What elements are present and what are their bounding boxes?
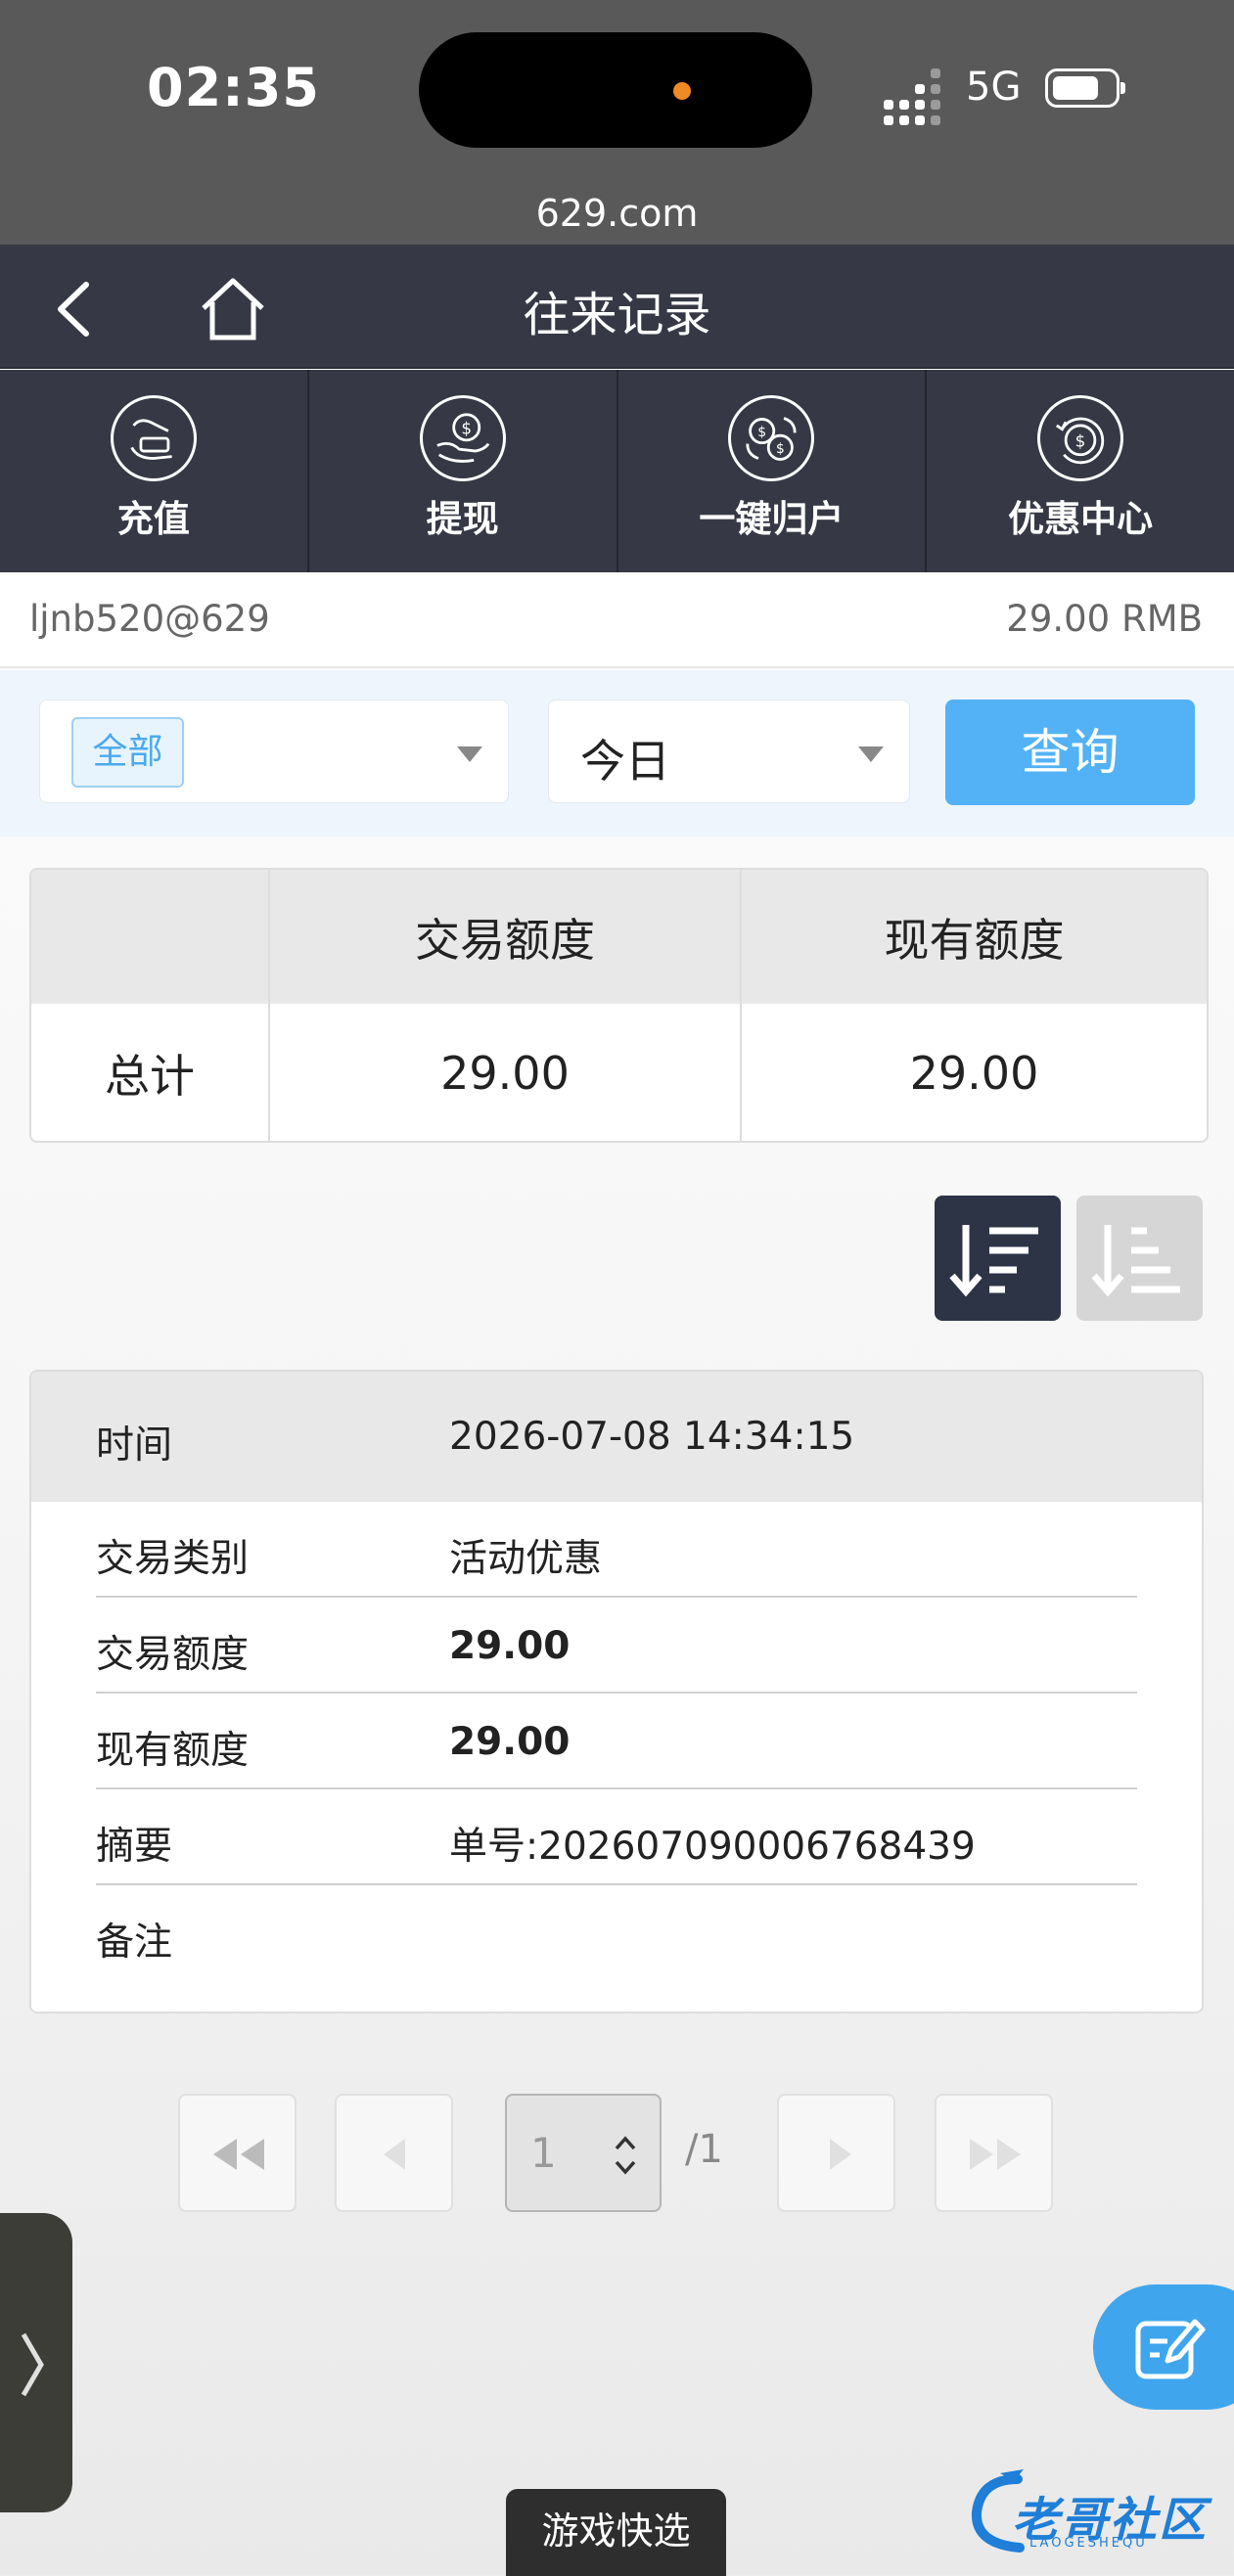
- svg-text:$: $: [1075, 430, 1086, 450]
- first-page-button[interactable]: [178, 2094, 297, 2212]
- chevron-right-icon: [830, 2139, 851, 2170]
- page-number-select[interactable]: 1: [505, 2094, 662, 2212]
- watermark-logo: 老哥社区 LAOGESHEQU: [961, 2465, 1215, 2563]
- prev-page-button[interactable]: [335, 2094, 453, 2212]
- dynamic-island: [419, 32, 812, 148]
- svg-text:$: $: [461, 418, 472, 437]
- chevron-down-icon: [457, 746, 482, 762]
- nav-withdraw-label: 提现: [426, 498, 499, 540]
- watermark-subtext: LAOGESHEQU: [1029, 2536, 1148, 2551]
- battery-icon: [1045, 68, 1125, 108]
- chevron-right-icon: [21, 2332, 44, 2397]
- withdraw-icon: $: [419, 395, 506, 481]
- totals-header-empty: [31, 870, 270, 1004]
- transfer-icon: $ $: [728, 395, 815, 481]
- record-row: 交易额度 29.00: [96, 1598, 1137, 1694]
- account-username: ljnb520@629: [29, 598, 270, 640]
- page-title: 往来记录: [523, 288, 711, 342]
- svg-text:$: $: [776, 441, 785, 457]
- signal-icon: [884, 68, 940, 125]
- date-select-value: 今日: [580, 735, 670, 788]
- record-label: 备注: [96, 1921, 173, 1965]
- record-label: 交易类别: [96, 1537, 250, 1581]
- double-chevron-right-icon: [970, 2139, 1021, 2170]
- record-value: 29.00: [449, 1624, 571, 1668]
- record-label: 现有额度: [96, 1729, 250, 1773]
- transaction-record: 时间 2026-07-08 14:34:15 交易类别 活动优惠 交易额度 29…: [29, 1370, 1204, 2013]
- record-value: 29.00: [449, 1720, 571, 1764]
- double-chevron-left-icon: [213, 2139, 264, 2170]
- page-number-value: 1: [530, 2129, 557, 2177]
- status-time: 02:35: [147, 57, 320, 118]
- promo-icon: $: [1037, 395, 1124, 481]
- edit-fab-button[interactable]: [1093, 2284, 1234, 2410]
- nav-withdraw[interactable]: $ 提现: [309, 370, 618, 572]
- sort-asc-button[interactable]: [1076, 1196, 1203, 1321]
- chevron-left-icon: [384, 2139, 405, 2170]
- totals-row-label: 总计: [31, 1004, 270, 1141]
- record-row: 摘要 单号:202607090006768439: [96, 1789, 1137, 1885]
- next-page-button[interactable]: [777, 2094, 895, 2212]
- record-row: 交易类别 活动优惠: [96, 1502, 1137, 1598]
- account-balance: 29.00 RMB: [1006, 598, 1203, 640]
- sort-desc-button[interactable]: [935, 1196, 1061, 1321]
- deposit-icon: [110, 395, 197, 481]
- totals-table: 交易额度 现有额度 总计 29.00 29.00: [29, 868, 1209, 1143]
- type-select[interactable]: 全部: [39, 700, 509, 803]
- nav-transfer-label: 一键归户: [699, 498, 845, 540]
- totals-trade-amount: 29.00: [270, 1004, 742, 1141]
- record-time-row: 时间 2026-07-08 14:34:15: [31, 1372, 1202, 1502]
- totals-header-current: 现有额度: [884, 913, 1065, 967]
- totals-header-trade: 交易额度: [270, 870, 742, 1004]
- sort-ascending-icon: [1091, 1225, 1180, 1297]
- nav-promo-label: 优惠中心: [1008, 498, 1154, 540]
- nav-deposit-label: 充值: [116, 498, 190, 540]
- date-select[interactable]: 今日: [548, 700, 910, 803]
- nav-transfer[interactable]: $ $ 一键归户: [618, 370, 928, 572]
- sort-descending-icon: [949, 1225, 1038, 1297]
- record-time-value: 2026-07-08 14:34:15: [449, 1415, 855, 1459]
- chevron-down-icon: [858, 746, 884, 762]
- stepper-icon: [615, 2136, 636, 2175]
- record-value: 单号:202607090006768439: [449, 1825, 976, 1869]
- quick-nav: 充值 $ 提现 $ $ 一键归户 $ 优惠中心: [0, 370, 1234, 572]
- address-bar-url[interactable]: 629.com: [0, 192, 1234, 235]
- svg-text:$: $: [758, 425, 767, 440]
- record-label: 摘要: [96, 1825, 173, 1869]
- record-label: 交易额度: [96, 1633, 250, 1677]
- edit-icon: [1135, 2319, 1206, 2379]
- record-row: 备注: [96, 1885, 1137, 1981]
- quick-game-button[interactable]: 游戏快选: [506, 2489, 726, 2576]
- account-bar: ljnb520@629 29.00 RMB: [0, 572, 1234, 668]
- network-type: 5G: [966, 65, 1022, 110]
- type-chip[interactable]: 全部: [71, 717, 184, 788]
- page-total: /1: [685, 2127, 723, 2172]
- totals-current-amount: 29.00: [909, 1047, 1039, 1100]
- record-time-label: 时间: [96, 1424, 173, 1468]
- record-row: 现有额度 29.00: [96, 1694, 1137, 1789]
- last-page-button[interactable]: [935, 2094, 1053, 2212]
- privacy-indicator: [673, 82, 691, 100]
- record-value: 活动优惠: [449, 1537, 603, 1581]
- totals-header-row: 交易额度 现有额度: [31, 870, 1207, 1004]
- query-button[interactable]: 查询: [945, 700, 1195, 805]
- filter-bar: 全部 今日 查询: [0, 670, 1234, 836]
- totals-row: 总计 29.00 29.00: [31, 1004, 1207, 1141]
- nav-deposit[interactable]: 充值: [0, 370, 309, 572]
- nav-promo[interactable]: $ 优惠中心: [927, 370, 1234, 572]
